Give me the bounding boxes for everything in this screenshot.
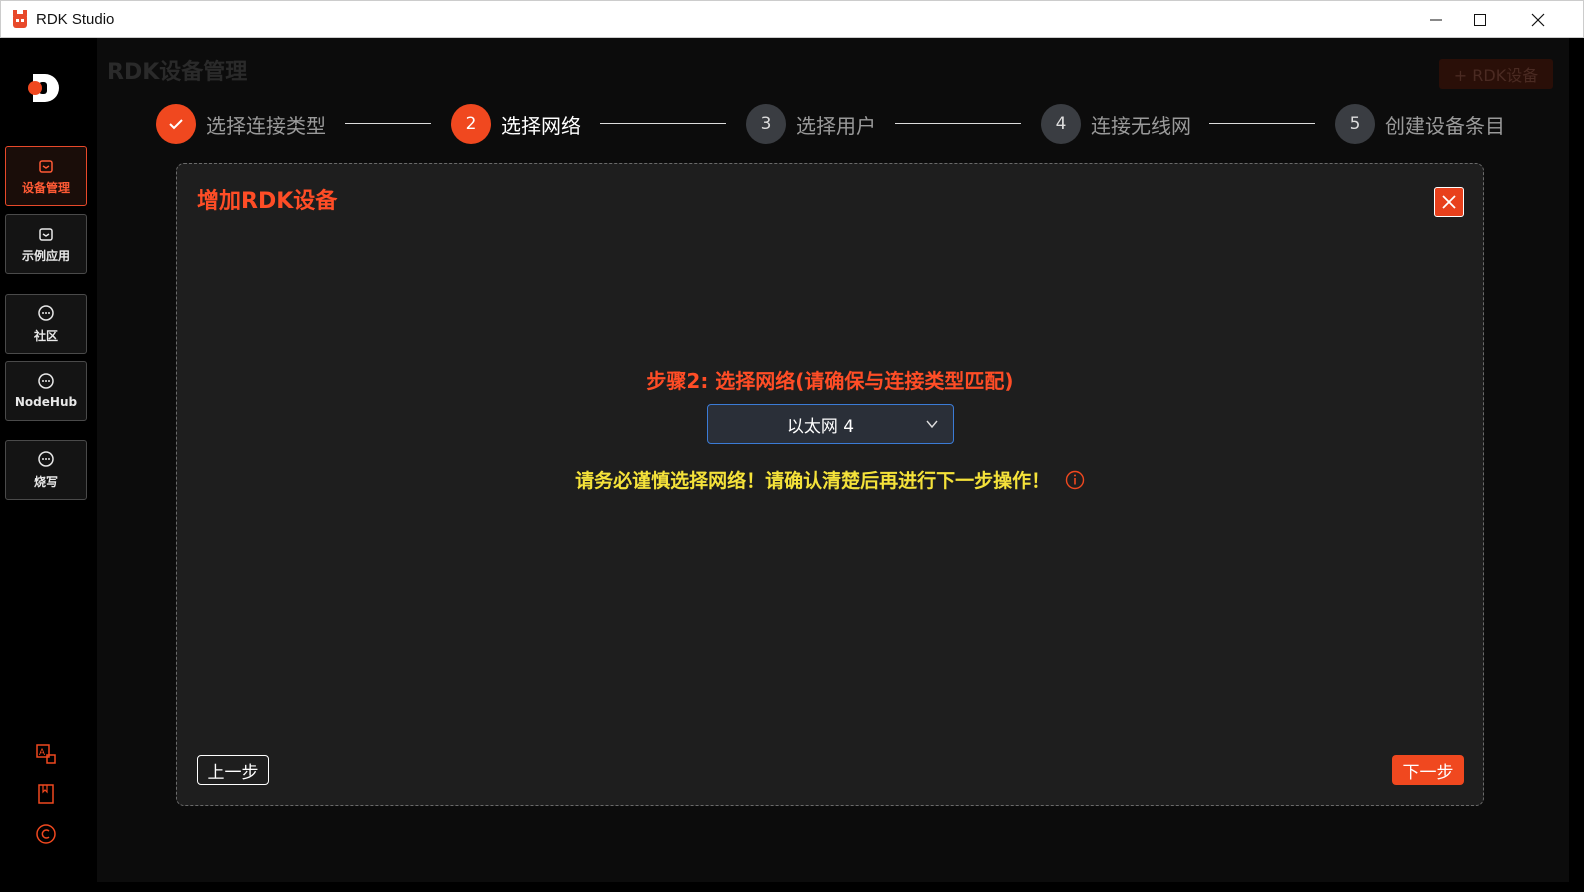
chat-icon — [38, 373, 54, 389]
app-body: 设备管理 示例应用 社区 NodeHub 烧写 A RDK设备管理 + RDK设… — [1, 38, 1583, 891]
sidebar-item-examples[interactable]: 示例应用 — [5, 214, 87, 274]
network-select-value: 以太网 4 — [786, 416, 855, 437]
close-window-button[interactable] — [1509, 1, 1567, 38]
sidebar-item-device-management[interactable]: 设备管理 — [5, 146, 87, 206]
step-connector — [345, 123, 431, 124]
sidebar-item-label: NodeHub — [14, 395, 78, 409]
box-icon — [39, 227, 53, 241]
box-icon — [39, 159, 53, 173]
step-connection-type: 选择连接类型 — [156, 103, 326, 145]
sidebar: 设备管理 示例应用 社区 NodeHub 烧写 A — [1, 38, 95, 891]
step-label: 创建设备条目 — [1385, 113, 1505, 138]
dialog-close-button[interactable] — [1434, 187, 1464, 217]
maximize-button[interactable] — [1451, 1, 1509, 38]
step-label: 连接无线网 — [1091, 113, 1191, 138]
step-number: 3 — [746, 104, 786, 144]
step-connector — [1209, 123, 1315, 124]
main-content: RDK设备管理 + RDK设备 选择连接类型 2 选择网络 3 选择用户 4 连… — [97, 38, 1569, 882]
sidebar-item-flash[interactable]: 烧写 — [5, 440, 87, 500]
step-network: 2 选择网络 — [451, 103, 581, 145]
translate-icon[interactable]: A — [35, 743, 57, 765]
chat-icon — [38, 450, 54, 467]
close-icon — [1442, 195, 1456, 209]
previous-step-button[interactable]: 上一步 — [197, 755, 269, 785]
maximize-icon — [1474, 13, 1486, 26]
page-title: RDK设备管理 — [107, 60, 248, 85]
step-wifi: 4 连接无线网 — [1041, 103, 1191, 145]
sidebar-item-label: 设备管理 — [21, 180, 70, 195]
sidebar-item-community[interactable]: 社区 — [5, 294, 87, 354]
step-number: 4 — [1041, 104, 1081, 144]
step-label: 选择连接类型 — [206, 113, 326, 138]
minimize-icon — [1430, 19, 1442, 20]
dialog-title: 增加RDK设备 — [197, 189, 338, 214]
step-label: 选择网络 — [501, 113, 581, 138]
info-icon[interactable] — [1065, 470, 1085, 490]
sidebar-item-label: 烧写 — [33, 474, 58, 489]
step-number: 2 — [451, 104, 491, 144]
window-title: RDK Studio — [36, 11, 115, 28]
close-icon — [1531, 13, 1545, 26]
chat-icon — [38, 304, 54, 321]
step-connector — [600, 123, 726, 124]
title-bar: RDK Studio — [0, 0, 1584, 38]
warning-message: 请务必谨慎选择网络！请确认清楚后再进行下一步操作！ — [177, 466, 1483, 493]
app-logo-icon — [13, 10, 27, 28]
step-connector — [895, 123, 1021, 124]
add-rdk-device-button[interactable]: + RDK设备 — [1439, 59, 1553, 89]
network-select[interactable]: 以太网 4 — [707, 404, 954, 444]
sidebar-item-label: 示例应用 — [21, 248, 70, 263]
step-create-entry: 5 创建设备条目 — [1335, 103, 1505, 145]
warning-text: 请务必谨慎选择网络！请确认清楚后再进行下一步操作！ — [575, 470, 1051, 492]
sidebar-item-label: 社区 — [33, 328, 58, 343]
rdk-logo-icon — [28, 74, 59, 102]
step-label: 选择用户 — [796, 113, 876, 138]
book-icon[interactable] — [35, 783, 57, 805]
step-heading: 步骤2: 选择网络(请确保与连接类型匹配) — [646, 369, 1014, 393]
step-number: 5 — [1335, 104, 1375, 144]
sidebar-item-nodehub[interactable]: NodeHub — [5, 361, 87, 421]
next-step-button[interactable]: 下一步 — [1392, 755, 1464, 785]
svg-text:A: A — [39, 747, 45, 757]
check-icon — [156, 104, 196, 144]
step-user: 3 选择用户 — [746, 103, 876, 145]
add-device-dialog: 增加RDK设备 步骤2: 选择网络(请确保与连接类型匹配) 以太网 4 请务必谨… — [176, 163, 1484, 806]
chevron-down-icon — [926, 420, 938, 429]
copyright-icon[interactable] — [35, 823, 57, 845]
